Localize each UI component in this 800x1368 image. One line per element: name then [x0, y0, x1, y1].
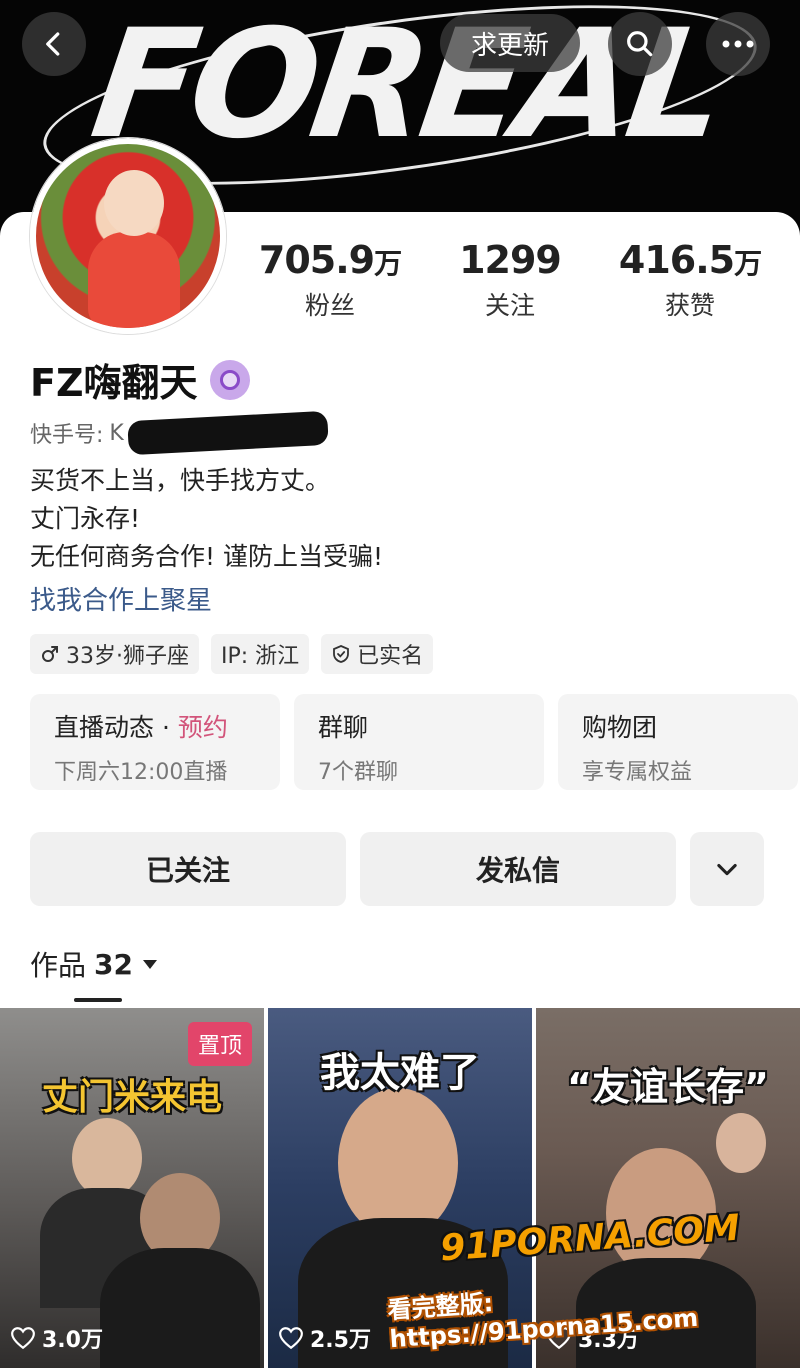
age-tag-label: 33岁·狮子座 [66, 644, 189, 669]
name-row: FZ嗨翻天 [30, 352, 250, 407]
shopping-group-card[interactable]: 购物团 享专属权益 [558, 694, 798, 790]
bio-line: 丈门永存! [30, 504, 141, 533]
tab-indicator [74, 998, 122, 1002]
stat-followers-unit: 万 [374, 247, 402, 280]
video-caption: “友谊长存” [567, 1065, 769, 1109]
verified-tag: 已实名 [321, 634, 434, 674]
redaction-mark [127, 410, 329, 456]
shield-check-icon [333, 645, 350, 663]
pinned-badge: 置顶 [187, 1022, 252, 1066]
live-card-title: 直播动态 · [54, 713, 178, 742]
bio-line: 无任何商务合作! 谨防上当受骗! [30, 542, 383, 571]
video-person [716, 1113, 766, 1173]
stat-likes-label: 获赞 [664, 291, 715, 320]
stat-followers[interactable]: 705.9万 粉丝 [240, 238, 420, 322]
stat-followers-label: 粉丝 [304, 291, 355, 320]
heart-icon [11, 1327, 35, 1350]
collab-link[interactable]: 找我合作上聚星 [30, 580, 212, 617]
video-caption: 丈门米来电 [41, 1077, 222, 1118]
request-update-button[interactable]: 求更新 [440, 14, 580, 72]
avatar-figure-face [104, 170, 164, 236]
kuaishou-id-row: 快手号: K [30, 410, 329, 456]
search-icon [627, 31, 653, 57]
stat-likes[interactable]: 416.5万 获赞 [600, 238, 780, 322]
live-card-reserve: 预约 [177, 713, 228, 742]
profile-tags: 33岁·狮子座 IP: 浙江 已实名 [30, 634, 434, 674]
stat-following-value: 1299 [459, 238, 562, 282]
back-button[interactable] [22, 12, 86, 76]
male-icon [42, 646, 58, 662]
bio: 买货不上当，快手找方丈。 丈门永存! 无任何商务合作! 谨防上当受骗! [30, 462, 383, 576]
stat-likes-unit: 万 [734, 247, 762, 280]
works-count: 32 [94, 947, 133, 981]
profile-name: FZ嗨翻天 [30, 361, 198, 405]
stat-following-label: 关注 [484, 291, 535, 320]
profile-stats: 705.9万 粉丝 1299 关注 416.5万 获赞 [240, 238, 780, 322]
search-button[interactable] [608, 12, 672, 76]
group-chat-title: 群聊 [318, 713, 369, 742]
more-icon [722, 40, 754, 48]
chevron-down-icon [717, 863, 737, 876]
video-likes-count: 3.0万 [42, 1328, 103, 1353]
live-card[interactable]: 直播动态 · 预约 下周六12:00直播 [30, 694, 280, 790]
message-button[interactable]: 发私信 [360, 832, 676, 906]
verified-badge-icon[interactable] [209, 359, 250, 400]
followed-button[interactable]: 已关注 [30, 832, 346, 906]
avatar-figure-body [88, 232, 180, 328]
group-chat-card[interactable]: 群聊 7个群聊 [294, 694, 544, 790]
age-tag: 33岁·狮子座 [30, 634, 199, 674]
video-person [338, 1088, 458, 1238]
video-caption: 我太难了 [320, 1050, 480, 1096]
chevron-left-icon [46, 32, 60, 56]
action-buttons: 已关注 发私信 [30, 832, 764, 906]
video-person-body [100, 1248, 260, 1368]
feature-cards: 直播动态 · 预约 下周六12:00直播 群聊 7个群聊 购物团 享专属权益 [30, 694, 798, 790]
avatar[interactable] [30, 138, 226, 334]
video-likes-count: 2.5万 [310, 1328, 371, 1353]
kuaishou-id-value: K [109, 420, 124, 446]
shopping-group-title: 购物团 [582, 713, 658, 742]
kuaishou-id-label: 快手号: [30, 423, 104, 448]
video-person [72, 1118, 142, 1198]
expand-button[interactable] [690, 832, 764, 906]
shopping-group-subtitle: 享专属权益 [582, 760, 693, 785]
video-tile[interactable]: 丈门米来电 置顶 3.0万 [0, 1008, 264, 1368]
stat-likes-value: 416.5 [618, 238, 735, 282]
group-chat-subtitle: 7个群聊 [318, 760, 398, 785]
video-likes: 2.5万 [278, 1322, 371, 1354]
ip-tag: IP: 浙江 [211, 634, 310, 674]
heart-icon [279, 1327, 303, 1350]
caret-down-icon [142, 960, 157, 969]
stat-followers-value: 705.9 [258, 238, 375, 282]
verified-tag-label: 已实名 [357, 644, 424, 669]
works-tab-label: 作品 [30, 949, 87, 982]
tab-works[interactable]: 作品 32 [30, 944, 159, 984]
bio-line: 买货不上当，快手找方丈。 [30, 466, 331, 495]
stat-following[interactable]: 1299 关注 [420, 238, 600, 322]
video-likes: 3.0万 [10, 1322, 103, 1354]
live-card-subtitle: 下周六12:00直播 [54, 760, 228, 785]
more-button[interactable] [706, 12, 770, 76]
